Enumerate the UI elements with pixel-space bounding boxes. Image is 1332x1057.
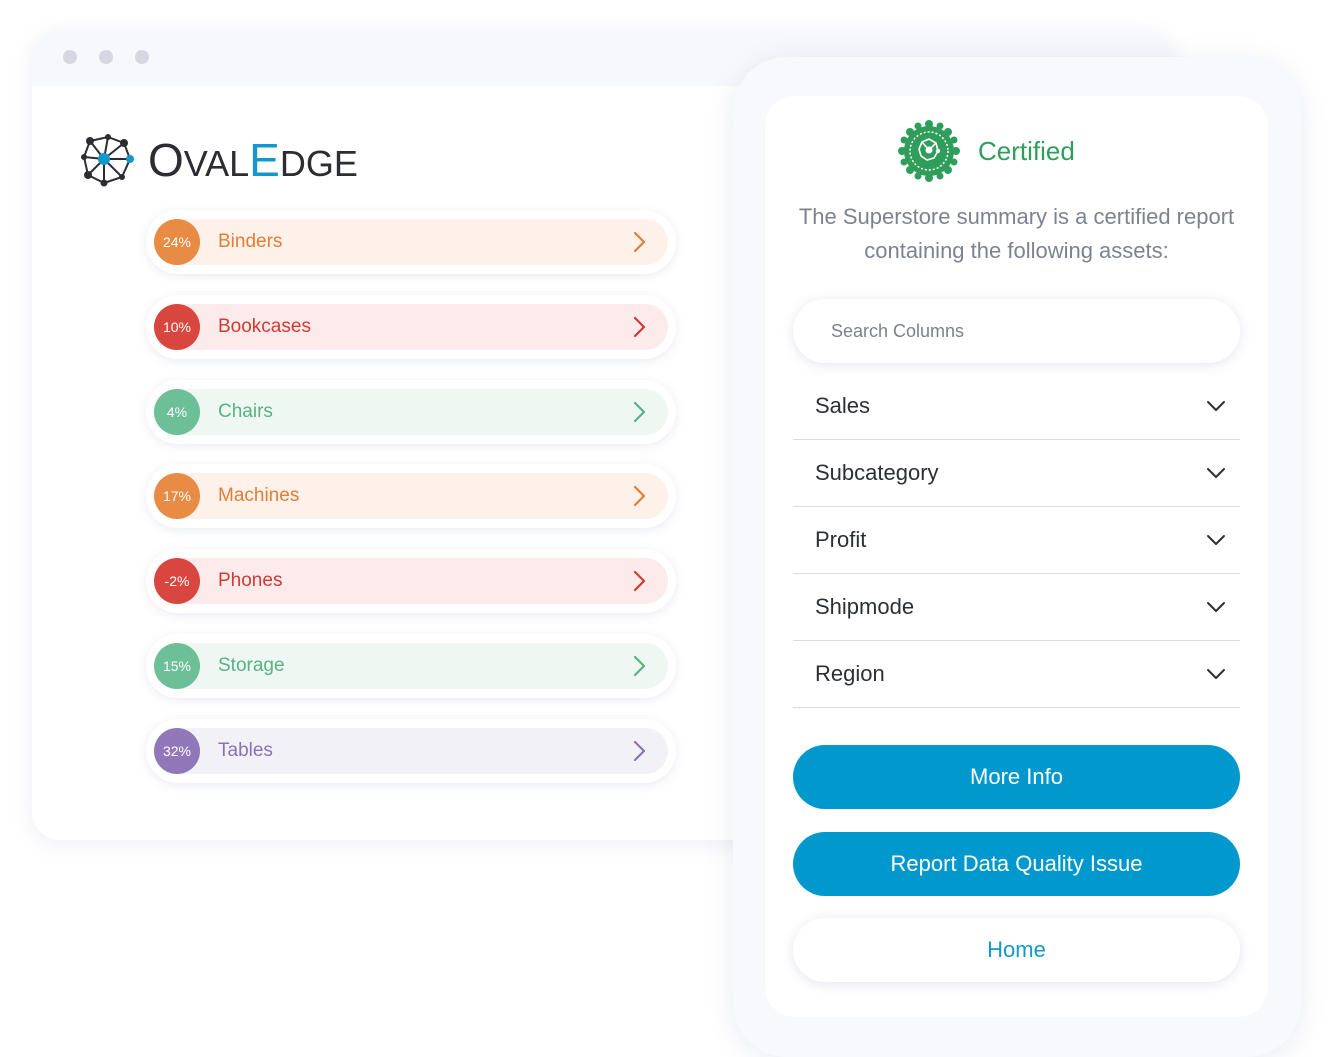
column-label: Sales [815,393,871,418]
search-columns-field[interactable] [793,299,1240,363]
certified-seal-icon [898,120,960,182]
category-percent-badge: 4% [154,388,200,435]
category-label: Bookcases [218,315,311,337]
logo-letters-dge: DGE [279,142,358,184]
column-row-region[interactable]: Region [793,641,1240,708]
category-percent-badge: 24% [154,219,200,265]
home-button[interactable]: Home [793,918,1240,982]
logo-wordmark: OVALEDGE [148,137,358,184]
chevron-right-icon[interactable] [628,401,650,423]
column-row-subcategory[interactable]: Subcategory [793,440,1240,507]
category-label: Binders [218,231,283,252]
category-row-fill: 24% Binders [154,219,668,265]
column-label: Profit [815,527,867,552]
category-row-fill: 10% Bookcases [154,303,668,350]
asset-panel: Certified The Superstore summary is a ce… [733,57,1301,1057]
report-data-quality-issue-button[interactable]: Report Data Quality Issue [793,832,1240,896]
column-row-shipmode[interactable]: Shipmode [793,574,1240,641]
category-row-fill: 4% Chairs [154,388,668,435]
logo-letters-val: VAL [183,142,250,184]
ovaledge-logo: OVALEDGE [78,130,358,190]
column-row-sales[interactable]: Sales [793,373,1240,440]
category-row[interactable]: 10% Bookcases [146,294,676,359]
search-columns-input[interactable] [829,319,1213,343]
category-list: 24% Binders 10% Bookcases 4% Chairs 17% Machine… [146,210,676,804]
category-row[interactable]: 4% Chairs [146,379,676,444]
category-label: Chairs [218,400,273,422]
chevron-right-icon[interactable] [628,740,650,762]
chevron-down-icon[interactable] [1206,534,1226,546]
window-dot-3[interactable] [135,50,149,64]
chevron-right-icon[interactable] [628,655,650,677]
chevron-down-icon[interactable] [1206,400,1226,412]
logo-letter-e: E [249,133,280,186]
category-label: Machines [218,485,300,507]
certified-header: Certified [898,120,1075,182]
category-row-fill: -2% Phones [154,558,668,605]
category-percent-badge: 17% [154,473,200,520]
report-summary: The Superstore summary is a certified re… [798,204,1235,263]
category-label: Phones [218,570,283,592]
chevron-down-icon[interactable] [1206,668,1226,680]
certified-label: Certified [978,135,1075,166]
ovaledge-network-logo-icon [81,134,134,187]
column-label: Subcategory [815,460,939,485]
category-percent-badge: 15% [154,642,200,689]
column-row-profit[interactable]: Profit [793,507,1240,574]
chevron-down-icon[interactable] [1206,601,1226,613]
chevron-right-icon[interactable] [628,316,650,338]
category-percent-badge: 32% [154,727,200,774]
category-row[interactable]: -2% Phones [146,549,676,614]
column-label: Shipmode [815,594,915,619]
column-list: Sales Subcategory Profit Shipmode Region [793,373,1240,708]
category-row-fill: 17% Machines [154,473,668,520]
category-row[interactable]: 32% Tables [146,718,676,783]
window-dot-2[interactable] [99,50,113,64]
column-label: Region [815,661,885,686]
category-row[interactable]: 15% Storage [146,633,676,698]
category-row[interactable]: 17% Machines [146,464,676,529]
category-percent-badge: -2% [154,558,200,605]
logo-letter-o: O [148,133,184,186]
asset-panel-card: Certified The Superstore summary is a ce… [765,96,1268,1017]
stage: OVALEDGE 24% Binders 10% Bookcases 4% Chairs 1… [0,0,1332,1057]
category-row-fill: 15% Storage [154,642,668,689]
window-dot-1[interactable] [63,50,77,64]
category-row-fill: 32% Tables [154,727,668,774]
category-label: Storage [218,654,285,676]
chevron-down-icon[interactable] [1206,467,1226,479]
chevron-right-icon[interactable] [628,570,650,592]
category-label: Tables [218,739,273,761]
category-percent-badge: 10% [154,303,200,350]
chevron-right-icon[interactable] [628,485,650,507]
more-info-button[interactable]: More Info [793,745,1240,809]
chevron-right-icon[interactable] [628,231,650,253]
category-row[interactable]: 24% Binders [146,210,676,274]
